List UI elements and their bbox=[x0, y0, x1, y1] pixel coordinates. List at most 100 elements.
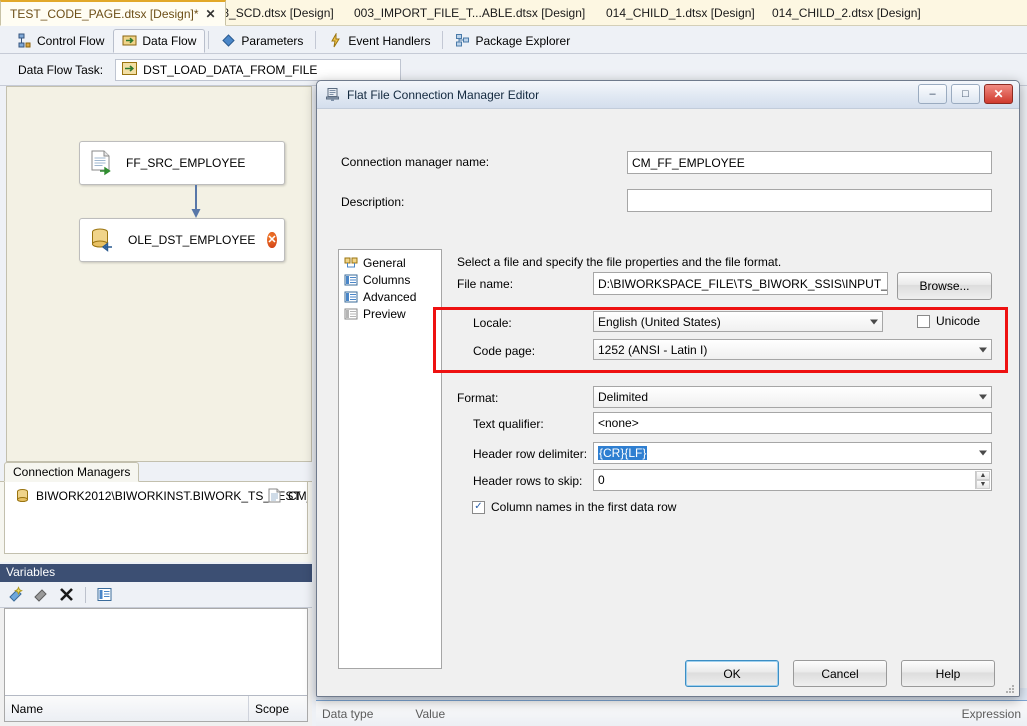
connection-manager-item-biwork2012[interactable]: BIWORK2012\BIWORKINST.BIWORK_TS_TEST bbox=[15, 488, 301, 503]
unicode-checkbox[interactable] bbox=[917, 314, 930, 328]
variables-grid[interactable]: Name Scope bbox=[4, 608, 308, 722]
component-ole-dst-employee[interactable]: OLE_DST_EMPLOYEE ✕ bbox=[79, 218, 285, 262]
flat-file-icon bbox=[267, 488, 282, 503]
document-tab-014-child-2[interactable]: 014_CHILD_2.dtsx [Design] bbox=[763, 0, 930, 26]
resize-grip-icon[interactable] bbox=[1004, 683, 1016, 695]
component-label: OLE_DST_EMPLOYEE bbox=[128, 233, 256, 247]
maximize-button[interactable]: □ bbox=[951, 84, 980, 104]
help-button[interactable]: Help bbox=[901, 660, 995, 687]
header-rows-to-skip-label: Header rows to skip: bbox=[473, 474, 583, 488]
connection-manager-name-label: Connection manager name: bbox=[341, 155, 490, 169]
tab-label: Parameters bbox=[241, 33, 304, 48]
tab-parameters[interactable]: Parameters bbox=[212, 29, 312, 53]
nav-item-preview[interactable]: Preview bbox=[342, 305, 441, 322]
flat-file-connection-icon bbox=[325, 87, 340, 102]
preview-icon bbox=[344, 307, 358, 321]
document-tab-label: 048_SCD.dtsx [Design] bbox=[209, 6, 334, 20]
header-row-delimiter-value: {CR}{LF} bbox=[598, 446, 648, 460]
tab-label: Package Explorer bbox=[475, 33, 571, 48]
ok-button[interactable]: OK bbox=[685, 660, 779, 687]
variables-column-scope[interactable]: Scope bbox=[249, 696, 307, 721]
tab-package-explorer[interactable]: Package Explorer bbox=[446, 29, 579, 53]
dialog-navigation-list[interactable]: General Columns Advanced Preview bbox=[338, 249, 442, 669]
column-names-checkbox-row[interactable]: ✓ Column names in the first data row bbox=[472, 500, 676, 514]
close-button[interactable]: ✕ bbox=[984, 84, 1013, 104]
browse-button[interactable]: Browse... bbox=[897, 272, 992, 300]
quantity-stepper[interactable]: ▲ ▼ bbox=[975, 471, 990, 489]
format-combobox[interactable]: Delimited bbox=[593, 386, 992, 408]
general-icon bbox=[344, 256, 358, 270]
tab-data-flow[interactable]: Data Flow bbox=[113, 28, 206, 53]
document-tab-014-child-1[interactable]: 014_CHILD_1.dtsx [Design] bbox=[597, 0, 764, 26]
ole-db-destination-icon bbox=[90, 227, 116, 253]
delete-variable-icon[interactable] bbox=[58, 586, 75, 603]
error-badge-icon[interactable]: ✕ bbox=[267, 232, 277, 248]
header-row-delimiter-combobox[interactable]: {CR}{LF} bbox=[593, 442, 992, 464]
columns-icon bbox=[344, 273, 358, 287]
grid-options-icon[interactable] bbox=[96, 586, 113, 603]
tab-label: Data Flow bbox=[142, 33, 197, 48]
close-icon[interactable]: ✕ bbox=[206, 7, 216, 21]
flat-file-connection-manager-editor-dialog: Flat File Connection Manager Editor – □ … bbox=[316, 80, 1020, 697]
data-flow-task-selector[interactable]: DST_LOAD_DATA_FROM_FILE bbox=[115, 58, 402, 81]
component-ff-src-employee[interactable]: FF_SRC_EMPLOYEE bbox=[79, 141, 285, 185]
document-tab-test-code-page[interactable]: TEST_CODE_PAGE.dtsx [Design]* ✕ bbox=[0, 0, 226, 26]
header-row-delimiter-label: Header row delimiter: bbox=[473, 447, 588, 461]
document-tab-label: 003_IMPORT_FILE_T...ABLE.dtsx [Design] bbox=[354, 6, 586, 20]
chevron-down-icon[interactable] bbox=[979, 347, 987, 352]
chevron-down-icon[interactable] bbox=[870, 319, 878, 324]
variables-column-name[interactable]: Name bbox=[5, 696, 249, 721]
data-flow-task-name: DST_LOAD_DATA_FROM_FILE bbox=[143, 62, 318, 77]
chevron-down-icon[interactable] bbox=[979, 450, 987, 456]
file-name-label: File name: bbox=[457, 277, 514, 291]
document-tab-label: 014_CHILD_2.dtsx [Design] bbox=[772, 6, 921, 20]
document-tab-003-import-file[interactable]: 003_IMPORT_FILE_T...ABLE.dtsx [Design] bbox=[345, 0, 594, 26]
tab-event-handlers[interactable]: Event Handlers bbox=[319, 29, 439, 53]
background-column-value[interactable]: Value bbox=[409, 701, 955, 726]
stepper-down-icon[interactable]: ▼ bbox=[976, 480, 990, 489]
data-flow-design-canvas[interactable]: FF_SRC_EMPLOYEE OLE_DST_EMPLOYEE ✕ bbox=[6, 86, 312, 462]
connection-manager-item-cm-ff-employee[interactable]: CM_ bbox=[267, 488, 307, 503]
nav-item-advanced[interactable]: Advanced bbox=[342, 288, 441, 305]
dialog-body: Connection manager name: CM_FF_EMPLOYEE … bbox=[317, 109, 1019, 696]
variables-grid-header: Name Scope bbox=[5, 695, 307, 721]
dialog-title-bar[interactable]: Flat File Connection Manager Editor – □ … bbox=[317, 81, 1019, 109]
background-column-data-type[interactable]: Data type bbox=[316, 701, 409, 726]
nav-item-columns[interactable]: Columns bbox=[342, 271, 441, 288]
column-names-checkbox[interactable]: ✓ bbox=[472, 500, 485, 514]
tab-control-flow[interactable]: Control Flow bbox=[8, 29, 113, 53]
tab-connection-managers[interactable]: Connection Managers bbox=[4, 462, 140, 482]
move-variable-icon[interactable] bbox=[33, 586, 50, 603]
connection-managers-pane: Connection Managers BIWORK2012\BIWORKINS… bbox=[0, 462, 312, 562]
data-flow-task-label: Data Flow Task: bbox=[18, 62, 104, 77]
code-page-combobox[interactable]: 1252 (ANSI - Latin I) bbox=[593, 339, 992, 360]
code-page-label: Code page: bbox=[473, 344, 536, 358]
advanced-icon bbox=[344, 290, 358, 304]
text-qualifier-input[interactable]: <none> bbox=[593, 412, 992, 434]
format-label: Format: bbox=[457, 391, 499, 405]
locale-combobox[interactable]: English (United States) bbox=[593, 311, 883, 332]
tab-label: Event Handlers bbox=[348, 33, 431, 48]
description-input[interactable] bbox=[627, 189, 992, 212]
file-name-input[interactable]: D:\BIWORKSPACE_FILE\TS_BIWORK_SSIS\INPUT… bbox=[593, 272, 888, 295]
variables-pane-title: Variables bbox=[0, 564, 312, 582]
header-rows-to-skip-input[interactable]: 0 ▲ ▼ bbox=[593, 469, 992, 491]
nav-item-label: Columns bbox=[363, 272, 411, 287]
variables-pane: Variables Name Scope bbox=[0, 564, 312, 726]
document-tab-strip: TEST_CODE_PAGE.dtsx [Design]* ✕ 048_SCD.… bbox=[0, 0, 1027, 26]
nav-item-general[interactable]: General bbox=[342, 254, 441, 271]
connection-manager-name-input[interactable]: CM_FF_EMPLOYEE bbox=[627, 151, 992, 174]
application-window: TEST_CODE_PAGE.dtsx [Design]* ✕ 048_SCD.… bbox=[0, 0, 1027, 726]
unicode-checkbox-row[interactable]: Unicode bbox=[917, 314, 980, 328]
add-variable-icon[interactable] bbox=[8, 586, 25, 603]
chevron-down-icon[interactable] bbox=[979, 394, 987, 400]
description-label: Description: bbox=[341, 195, 405, 209]
stepper-up-icon[interactable]: ▲ bbox=[976, 471, 990, 480]
column-names-label: Column names in the first data row bbox=[491, 500, 677, 514]
background-column-expression[interactable]: Expression bbox=[956, 701, 1027, 726]
minimize-button[interactable]: – bbox=[918, 84, 947, 104]
connection-managers-list[interactable]: BIWORK2012\BIWORKINST.BIWORK_TS_TEST CM_ bbox=[4, 482, 308, 554]
cancel-button[interactable]: Cancel bbox=[793, 660, 887, 687]
data-flow-path-arrow[interactable] bbox=[189, 185, 203, 220]
nav-item-label: General bbox=[363, 255, 406, 270]
